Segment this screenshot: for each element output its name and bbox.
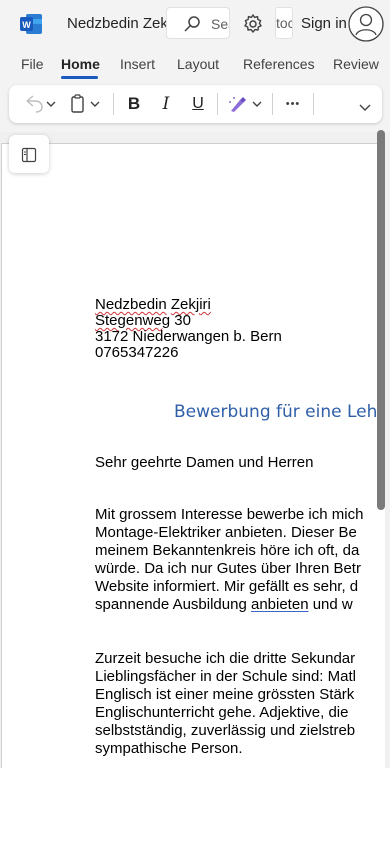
paragraph-line: Montage-Elektriker anbieten. Dieser Be bbox=[95, 524, 357, 541]
undo-icon bbox=[26, 95, 56, 113]
navigation-pane-icon bbox=[21, 147, 37, 163]
word-logo-icon[interactable]: W bbox=[20, 14, 42, 34]
street-number: 30 bbox=[174, 312, 191, 329]
underlined-word: anbieten bbox=[250, 596, 309, 613]
ribbon-toolbar: B I U ••• bbox=[9, 85, 382, 123]
search-placeholder: Sea bbox=[211, 16, 229, 32]
catalog-box[interactable]: toc bbox=[275, 7, 293, 39]
bold-button[interactable]: B bbox=[123, 93, 145, 115]
navigation-pane-button[interactable] bbox=[9, 135, 49, 173]
paragraph-line: Englischunterricht gehe. Adjektive, die bbox=[95, 704, 349, 721]
catalog-text: toc bbox=[276, 15, 293, 31]
clipboard-icon bbox=[71, 94, 100, 113]
search-icon bbox=[184, 16, 200, 32]
more-options-button[interactable]: ••• bbox=[281, 93, 305, 115]
paragraph-line: meinem Bekanntenkreis höre ich oft, da bbox=[95, 542, 360, 559]
ribbon-divider bbox=[272, 93, 273, 115]
street-word: Stegenweg bbox=[95, 312, 171, 329]
underline-button[interactable]: U bbox=[187, 93, 209, 115]
tab-file[interactable]: File bbox=[21, 56, 44, 72]
vertical-scrollbar[interactable] bbox=[377, 130, 385, 510]
ribbon-divider bbox=[313, 93, 314, 115]
paragraph-line: selbstständig, zuverlässig und zielstreb bbox=[95, 722, 356, 739]
paragraph-line: Website informiert. Mir gefällt es sehr,… bbox=[95, 578, 359, 595]
paragraph-line: spannende Ausbildung anbieten und w bbox=[95, 596, 353, 614]
gear-icon[interactable] bbox=[242, 13, 264, 35]
active-tab-indicator bbox=[61, 76, 98, 79]
tab-home[interactable]: Home bbox=[61, 56, 100, 72]
letter-heading: Bewerbung für eine Leh bbox=[174, 402, 378, 422]
avatar-icon[interactable] bbox=[348, 6, 384, 42]
chevron-down-icon bbox=[359, 104, 371, 111]
highlighter-icon bbox=[229, 97, 262, 112]
salutation: Sehr geehrte Damen und Herren bbox=[95, 454, 314, 471]
ribbon-tabs: File Home Insert Layout References Revie… bbox=[0, 48, 390, 80]
tab-layout[interactable]: Layout bbox=[177, 56, 219, 72]
name-first: Nedzbedin bbox=[95, 296, 167, 313]
paste-button[interactable] bbox=[69, 93, 105, 115]
tab-references[interactable]: References bbox=[243, 56, 315, 72]
ribbon-divider bbox=[113, 93, 114, 115]
bottom-area bbox=[0, 768, 390, 844]
paragraph-line: sympathische Person. bbox=[95, 740, 243, 757]
document-canvas[interactable]: Nedzbedin Zekjiri Stegenweg 30 3172 Nied… bbox=[0, 132, 390, 768]
paragraph-line: Mit grossem Interesse bewerbe ich mich bbox=[95, 506, 364, 523]
paragraph-line: Zurzeit besuche ich die dritte Sekundar bbox=[95, 650, 356, 667]
search-box[interactable]: Sea bbox=[166, 7, 230, 39]
name-last: Zekjiri bbox=[170, 296, 211, 313]
paragraph-line: Lieblingsfächer in der Schule sind: Matl bbox=[95, 668, 356, 685]
document-title[interactable]: Nedzbedin Zekjiri b bbox=[67, 15, 173, 32]
sign-in-link[interactable]: Sign in bbox=[301, 15, 347, 32]
title-bar: W Nedzbedin Zekjiri b Sea toc Sign in bbox=[0, 0, 390, 48]
tab-insert[interactable]: Insert bbox=[120, 56, 155, 72]
document-page[interactable]: Nedzbedin Zekjiri Stegenweg 30 3172 Nied… bbox=[1, 143, 385, 768]
paragraph-line: Englisch ist einer meine grössten Stärk bbox=[95, 686, 355, 703]
svg-text:W: W bbox=[22, 20, 31, 30]
undo-button[interactable] bbox=[23, 93, 59, 115]
expand-ribbon-button[interactable] bbox=[357, 97, 373, 119]
highlight-button[interactable] bbox=[227, 93, 265, 115]
ribbon-divider bbox=[217, 93, 218, 115]
paragraph-text: spannende Ausbildung bbox=[95, 596, 247, 613]
paragraph-text: und w bbox=[312, 596, 353, 613]
address-phone: 0765347226 bbox=[95, 344, 179, 361]
paragraph-line: würde. Da ich nur Gutes über Ihren Betr bbox=[95, 560, 361, 577]
italic-button[interactable]: I bbox=[155, 93, 177, 115]
tab-review[interactable]: Review bbox=[333, 56, 379, 72]
